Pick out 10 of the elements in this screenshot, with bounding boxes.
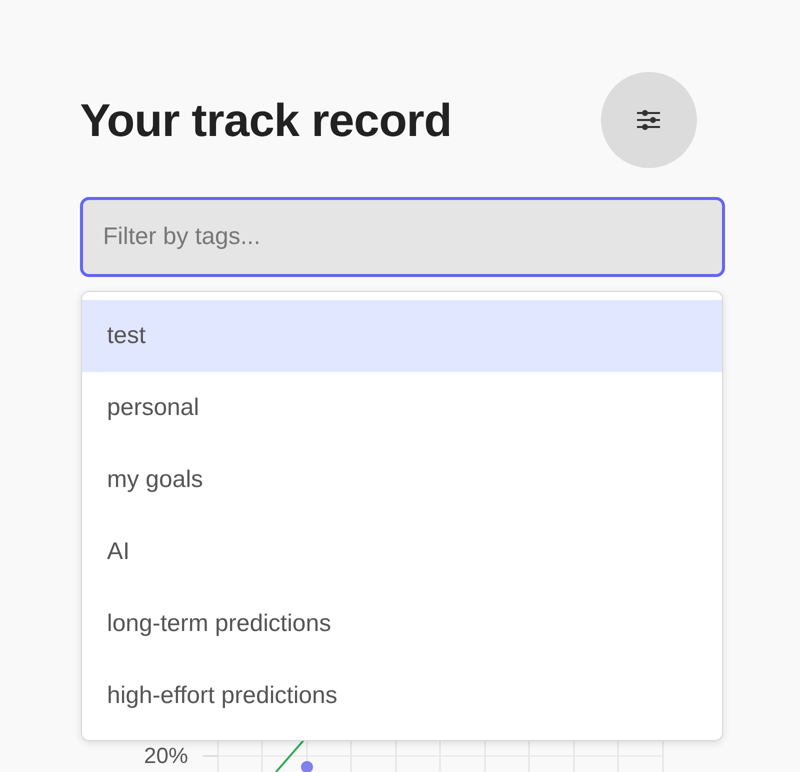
tag-option[interactable]: test [82,300,722,372]
axis-tick-label: 20% [144,745,188,767]
tag-option[interactable]: my goals [82,444,722,516]
tag-option[interactable]: high-effort predictions [82,660,722,732]
sliders-icon [636,110,662,130]
tag-filter-field[interactable]: Filter by tags... [80,197,725,277]
tag-option[interactable]: long-term predictions [82,588,722,660]
tag-option[interactable]: personal [82,372,722,444]
page-title: Your track record [80,93,452,147]
tag-option[interactable]: AI [82,516,722,588]
